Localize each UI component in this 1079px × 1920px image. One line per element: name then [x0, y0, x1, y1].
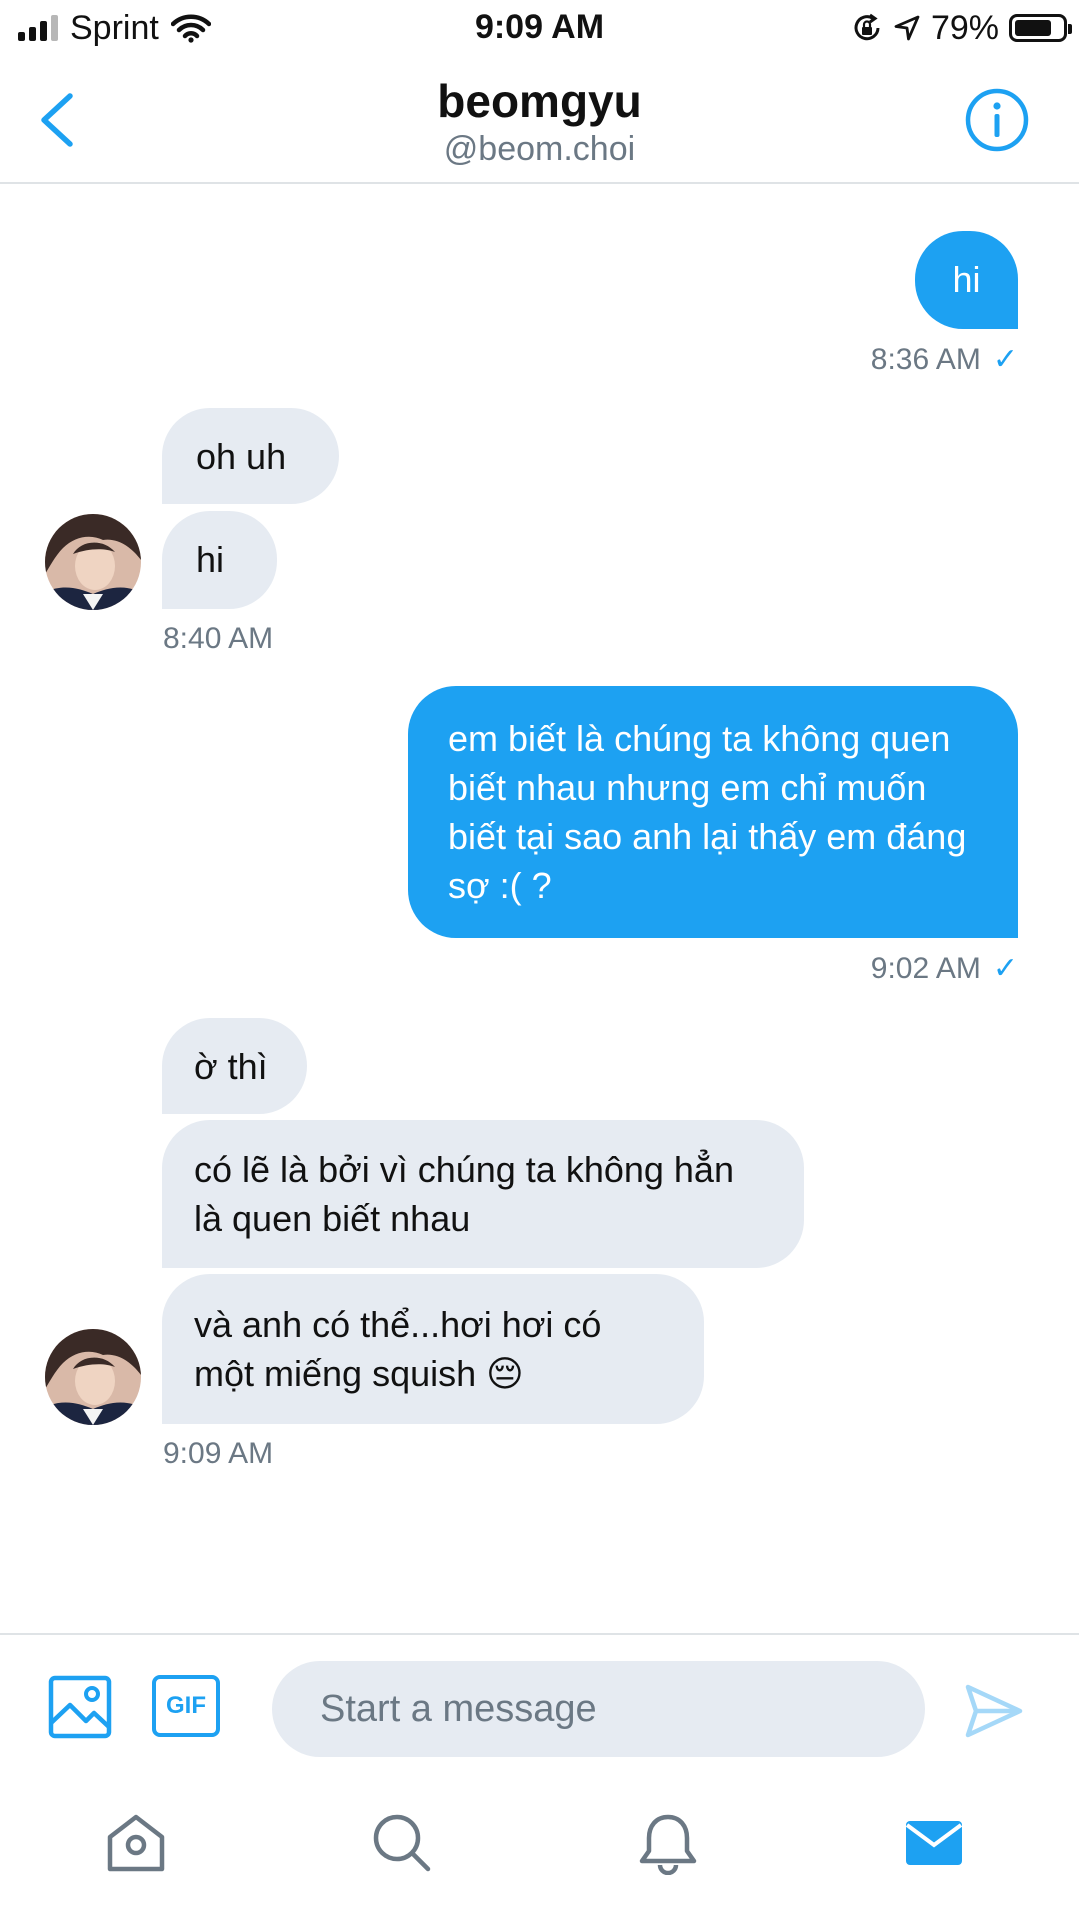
incoming-message[interactable]: hi — [162, 511, 277, 609]
message-timestamp: 8:36 AM ✓ — [871, 342, 1018, 377]
gif-label: GIF — [166, 1692, 206, 1719]
info-icon[interactable] — [963, 86, 1031, 154]
battery-fill — [1015, 20, 1052, 36]
message-text: có lẽ là bởi vì chúng ta không hẳn là qu… — [194, 1149, 734, 1239]
message-text: và anh có thể...hơi hơi có một miếng squ… — [194, 1304, 602, 1394]
check-icon: ✓ — [992, 343, 1018, 376]
avatar-photo — [45, 1329, 141, 1425]
timestamp-text: 9:09 AM — [163, 1437, 274, 1470]
battery-icon — [1009, 14, 1072, 42]
incoming-message[interactable]: oh uh — [162, 408, 339, 504]
battery-percent: 79% — [930, 8, 999, 47]
orientation-lock-icon — [854, 13, 880, 41]
timestamp-text: 8:40 AM — [163, 622, 274, 655]
status-right: 79% — [851, 8, 1072, 48]
gif-icon[interactable]: GIF — [152, 1675, 220, 1737]
contact-name[interactable]: beomgyu — [0, 74, 1079, 128]
location-arrow-icon — [894, 15, 920, 41]
conversation-header: beomgyu @beom.choi — [0, 58, 1079, 184]
tab-bar — [0, 1773, 1079, 1920]
message-text: em biết là chúng ta không quen biết nhau… — [448, 718, 967, 906]
send-icon[interactable] — [964, 1681, 1024, 1741]
avatar[interactable] — [45, 1329, 141, 1425]
message-text: hi — [196, 539, 225, 580]
notifications-bell-icon[interactable] — [636, 1811, 700, 1875]
message-timestamp: 8:40 AM — [163, 622, 273, 656]
message-composer: GIF — [0, 1633, 1079, 1773]
message-text: hi — [952, 259, 981, 300]
timestamp-text: 9:02 AM — [870, 952, 981, 985]
status-bar: Sprint 9:09 AM 79% — [0, 0, 1079, 58]
message-input[interactable] — [272, 1661, 925, 1757]
avatar-photo — [45, 514, 141, 610]
message-timestamp: 9:09 AM — [163, 1437, 273, 1471]
outgoing-message[interactable]: hi — [915, 231, 1018, 329]
contact-handle: @beom.choi — [443, 130, 636, 168]
message-text: ờ thì — [194, 1046, 268, 1087]
home-icon[interactable] — [104, 1811, 168, 1875]
message-text: oh uh — [196, 436, 287, 477]
check-icon: ✓ — [992, 952, 1018, 985]
search-icon[interactable] — [370, 1811, 434, 1875]
outgoing-message[interactable]: em biết là chúng ta không quen biết nhau… — [408, 686, 1018, 938]
incoming-message[interactable]: có lẽ là bởi vì chúng ta không hẳn là qu… — [162, 1120, 804, 1268]
incoming-message[interactable]: và anh có thể...hơi hơi có một miếng squ… — [162, 1274, 704, 1424]
timestamp-text: 8:36 AM — [870, 343, 981, 376]
messages-envelope-icon[interactable] — [902, 1811, 966, 1875]
image-icon[interactable] — [48, 1675, 112, 1739]
incoming-message[interactable]: ờ thì — [162, 1018, 307, 1114]
avatar[interactable] — [45, 514, 141, 610]
message-timestamp: 9:02 AM ✓ — [871, 951, 1018, 986]
